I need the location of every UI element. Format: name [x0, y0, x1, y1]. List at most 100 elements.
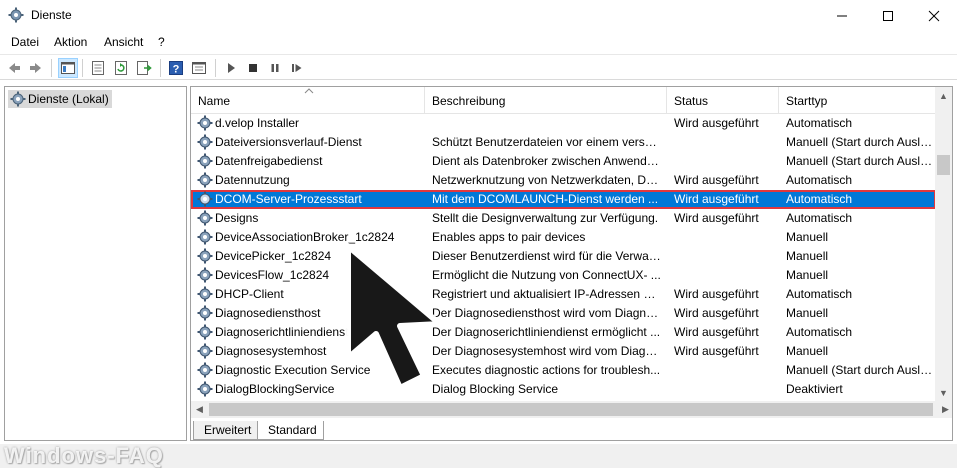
service-gear-icon: [197, 172, 213, 188]
table-row[interactable]: Diagnoserichtliniendienst Der Diagnoseric…: [191, 323, 936, 342]
cell-status: Wird ausgeführt: [674, 173, 759, 187]
service-gear-icon: [197, 210, 213, 226]
tab-standard[interactable]: Standard: [257, 421, 324, 440]
view-button[interactable]: [189, 58, 209, 78]
start-service-icon: [228, 63, 235, 73]
column-header-status[interactable]: Status: [667, 87, 779, 114]
scroll-thumb[interactable]: [937, 155, 950, 175]
cell-status: Wird ausgeführt: [674, 287, 759, 301]
service-gear-icon: [197, 286, 213, 302]
service-gear-icon: [197, 324, 213, 340]
column-header-starttype[interactable]: Starttyp: [779, 87, 936, 114]
tree-pane: Dienste (Lokal): [4, 86, 187, 441]
maximize-button[interactable]: [865, 0, 911, 31]
table-row[interactable]: DCOM-Server-Prozessstart Mit dem DCOMLAUN…: [191, 190, 936, 209]
table-row[interactable]: DeviceAssociationBroker_1c2824 Enables ap…: [191, 228, 936, 247]
menu-ansicht[interactable]: Ansicht: [104, 35, 143, 49]
show-tree-button[interactable]: [58, 58, 78, 78]
start-service-button[interactable]: [221, 58, 241, 78]
cell-description: [432, 114, 662, 133]
menu-datei[interactable]: Datei: [11, 35, 39, 49]
close-button[interactable]: [911, 0, 957, 31]
export-icon: [137, 61, 152, 75]
cell-status: Wird ausgeführt: [674, 116, 759, 130]
column-header-name[interactable]: Name: [191, 87, 425, 114]
view-tabs: Erweitert Standard: [191, 421, 952, 440]
cell-status: [674, 266, 777, 285]
forward-button[interactable]: [26, 58, 46, 78]
table-row[interactable]: DHCP-Client Registriert und aktualisiert …: [191, 285, 936, 304]
restart-service-button[interactable]: [287, 58, 307, 78]
table-row[interactable]: d.velop Installer Wird ausgeführt Automati…: [191, 114, 936, 133]
cell-starttype: Automatisch: [786, 116, 853, 130]
pause-service-icon: [271, 64, 279, 72]
cell-status: Wird ausgeführt: [674, 192, 759, 206]
cell-description: Dialog Blocking Service: [432, 382, 559, 396]
svg-text:?: ?: [173, 64, 180, 76]
cell-description: Registriert und aktualisiert IP-Adressen…: [432, 287, 662, 301]
cell-starttype: Manuell: [786, 249, 829, 263]
cell-starttype: Manuell: [786, 344, 829, 358]
mouse-cursor-icon: [345, 243, 443, 391]
stop-service-button[interactable]: [243, 58, 263, 78]
service-gear-icon: [197, 248, 213, 264]
show-tree-icon: [61, 62, 75, 74]
refresh-button[interactable]: [111, 58, 131, 78]
cell-description: Ermöglicht die Nutzung von ConnectUX- ..…: [432, 268, 661, 282]
cell-name: Dateiversionsverlauf-Dienst: [215, 135, 362, 149]
scroll-down-icon[interactable]: ▼: [935, 384, 952, 401]
service-gear-icon: [197, 267, 213, 283]
cell-description: Enables apps to pair devices: [432, 230, 586, 244]
help-icon: ?: [169, 61, 183, 76]
menu-bar: Datei Aktion Ansicht ?: [0, 31, 957, 52]
scroll-right-icon[interactable]: ▶: [937, 401, 952, 418]
menu-aktion[interactable]: Aktion: [54, 35, 87, 49]
services-list: d.velop Installer Wird ausgeführt Automati…: [191, 114, 936, 401]
table-row[interactable]: Datenfreigabedienst Dient als Datenbroker…: [191, 152, 936, 171]
tab-erweitert[interactable]: Erweitert: [193, 421, 259, 440]
scroll-up-icon[interactable]: ▲: [935, 87, 952, 104]
help-button[interactable]: ?: [166, 58, 186, 78]
pause-service-button[interactable]: [265, 58, 285, 78]
table-row[interactable]: Diagnostic Execution Service Executes dia…: [191, 361, 936, 380]
table-row[interactable]: Datennutzung Netzwerknutzung von Netzwerk…: [191, 171, 936, 190]
column-header-description[interactable]: Beschreibung: [425, 87, 667, 114]
scroll-left-icon[interactable]: ◀: [191, 401, 208, 418]
cell-name: Designs: [215, 211, 259, 225]
cell-description: Schützt Benutzerdateien vor einem verseh…: [432, 135, 662, 149]
menu-help[interactable]: ?: [158, 35, 165, 49]
table-row[interactable]: Diagnosediensthost Der Diagnosediensthost…: [191, 304, 936, 323]
window-title: Dienste: [31, 8, 72, 22]
cell-description: Dient als Datenbroker zwischen Anwendu..…: [432, 154, 662, 168]
back-arrow-icon: [9, 63, 20, 73]
table-row[interactable]: DevicePicker_1c2824 Dieser Benutzerdienst…: [191, 247, 936, 266]
service-gear-icon: [197, 362, 213, 378]
cell-status: [674, 380, 777, 399]
tree-item-label: Dienste (Lokal): [28, 92, 109, 106]
service-gear-icon: [197, 153, 213, 169]
service-gear-icon: [197, 343, 213, 359]
service-gear-icon: [197, 134, 213, 150]
cell-starttype: Manuell: [786, 306, 829, 320]
table-row[interactable]: Diagnosesystemhost Der Diagnosesystemhost…: [191, 342, 936, 361]
vertical-scrollbar[interactable]: ▲ ▼: [935, 87, 952, 401]
hscroll-thumb[interactable]: [209, 403, 933, 416]
gear-icon: [10, 91, 26, 107]
table-row[interactable]: Designs Stellt die Designverwaltung zur V…: [191, 209, 936, 228]
cell-status: [674, 152, 777, 171]
cell-starttype: Manuell: [786, 230, 829, 244]
cell-starttype: Automatisch: [786, 173, 853, 187]
table-row[interactable]: DevicesFlow_1c2824 Ermöglicht die Nutzung…: [191, 266, 936, 285]
cell-name: d.velop Installer: [215, 116, 300, 130]
cell-status: [674, 228, 777, 247]
horizontal-scrollbar[interactable]: ◀ ▶: [191, 401, 952, 418]
table-row[interactable]: DialogBlockingService Dialog Blocking Ser…: [191, 380, 936, 399]
minimize-button[interactable]: [819, 0, 865, 31]
back-button[interactable]: [4, 58, 24, 78]
properties-button[interactable]: [88, 58, 108, 78]
cell-starttype: Automatisch: [786, 325, 853, 339]
export-button[interactable]: [134, 58, 154, 78]
tree-item-services-local[interactable]: Dienste (Lokal): [8, 90, 112, 108]
service-gear-icon: [197, 381, 213, 397]
table-row[interactable]: Dateiversionsverlauf-Dienst Schützt Benut…: [191, 133, 936, 152]
